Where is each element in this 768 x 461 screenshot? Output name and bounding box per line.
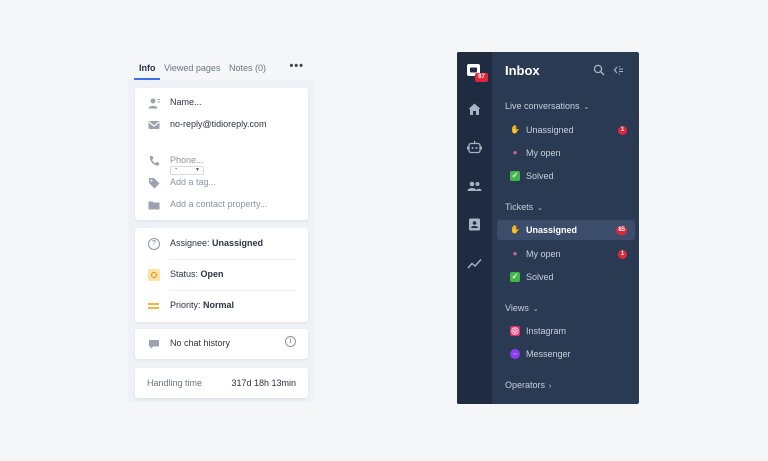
assignee-label-text: Assignee: (170, 238, 210, 248)
nav-item-label: Messenger (526, 349, 571, 359)
priority-row[interactable]: Priority: Normal (135, 297, 308, 315)
nav-item-label: Unassigned (526, 225, 578, 235)
status-value: Open (200, 269, 224, 279)
section-label: Operators (505, 380, 546, 390)
ticket-details-card: ? Assignee: Unassigned Status: Open Prio… (135, 228, 308, 322)
question-icon: ? (148, 238, 160, 250)
email-value: no-reply@tidioreply.com (170, 119, 267, 129)
more-options-button[interactable]: ••• (289, 60, 304, 72)
section-views[interactable]: Views ⌄ (505, 303, 539, 313)
tab-info[interactable]: Info (139, 63, 156, 73)
nav-item-label: Unassigned (526, 125, 574, 135)
inbox-badge: 87 (475, 73, 488, 82)
inbox-title: Inbox (505, 63, 540, 78)
nav-item-tickets-my-open[interactable]: ● My open 1 (497, 244, 635, 264)
add-tag-field: Add a tag... (170, 177, 217, 187)
handling-time-value: 317d 18h 13min (231, 378, 296, 388)
collapse-sidebar-icon[interactable] (613, 64, 625, 76)
nav-item-live-unassigned[interactable]: ✋ Unassigned 1 (497, 120, 635, 140)
panel-tabs: Info Viewed pages Notes (0) ••• (128, 58, 314, 80)
nav-rail: 87 (457, 52, 492, 404)
priority-icon (148, 300, 160, 312)
chevron-down-icon: ⌄ (583, 104, 590, 111)
contact-panel: Info Viewed pages Notes (0) ••• Name... … (128, 58, 314, 402)
count-badge: 85 (616, 226, 627, 235)
priority-label: Priority: Normal (170, 300, 234, 310)
nav-item-tickets-unassigned[interactable]: ✋ Unassigned 85 (497, 220, 635, 240)
nav-item-messenger[interactable]: Messenger (497, 344, 635, 364)
users-icon[interactable] (467, 179, 482, 194)
info-icon[interactable]: i (285, 336, 296, 347)
section-label: Tickets (505, 202, 534, 212)
divider (170, 259, 296, 260)
phone-icon (149, 156, 159, 166)
active-tab-indicator (134, 78, 160, 80)
instagram-icon (510, 326, 520, 336)
section-operators[interactable]: Operators › (505, 380, 551, 390)
assignee-value: Unassigned (212, 238, 264, 248)
email-row[interactable]: no-reply@tidioreply.com (135, 116, 308, 134)
priority-value: Normal (203, 300, 235, 310)
chevron-down-icon: ⌄ (537, 205, 544, 212)
phone-field: Phone... (170, 155, 204, 165)
contact-property-row[interactable]: Add a contact property... (135, 196, 308, 214)
chevron-right-icon: › (549, 383, 552, 390)
name-field: Name... (170, 97, 202, 107)
assignee-row[interactable]: ? Assignee: Unassigned (135, 235, 308, 253)
nav-item-label: My open (526, 249, 561, 259)
nav-item-label: My open (526, 148, 561, 158)
tag-row[interactable]: Add a tag... (135, 174, 308, 192)
person-icon (148, 98, 160, 109)
nav-item-live-my-open[interactable]: ● My open (497, 143, 635, 163)
folder-icon (148, 201, 160, 210)
nav-item-tickets-solved[interactable]: ✓ Solved (497, 267, 635, 287)
check-icon: ✓ (510, 171, 520, 181)
analytics-icon[interactable] (467, 256, 482, 271)
section-tickets[interactable]: Tickets ⌄ (505, 202, 543, 212)
person-icon: ● (512, 249, 518, 258)
chevron-down-icon: ⌄ (532, 306, 539, 313)
handling-time-label: Handling time (147, 378, 203, 388)
section-label: Views (505, 303, 529, 313)
tag-icon (149, 178, 160, 189)
status-row[interactable]: Status: Open (135, 266, 308, 284)
tab-viewed-pages[interactable]: Viewed pages (164, 63, 220, 73)
messenger-icon (510, 349, 520, 359)
divider (170, 290, 296, 291)
envelope-icon (148, 121, 160, 129)
check-icon: ✓ (510, 272, 520, 282)
contacts-icon[interactable] (467, 217, 482, 232)
nav-item-label: Instagram (526, 326, 567, 336)
count-badge: 1 (618, 250, 627, 259)
person-icon: ● (512, 148, 518, 157)
section-label: Live conversations (505, 101, 580, 111)
nav-item-label: Solved (526, 171, 554, 181)
waving-hand-icon: ✋ (510, 225, 520, 234)
status-label: Status: Open (170, 269, 224, 279)
chat-history-row: No chat history (135, 335, 308, 353)
search-icon[interactable] (593, 64, 605, 76)
assignee-label: Assignee: Unassigned (170, 238, 263, 248)
priority-label-text: Priority: (170, 300, 201, 310)
count-badge: 1 (618, 126, 627, 135)
inbox-sidebar: 87 Inbox Live conversations ⌄ ✋ Unassigne… (457, 52, 639, 404)
section-live-conversations[interactable]: Live conversations ⌄ (505, 101, 589, 111)
chat-history-card: No chat history i (135, 329, 308, 359)
no-chat-history-text: No chat history (170, 338, 231, 348)
chat-bubble-icon (149, 340, 159, 349)
handling-time-card: Handling time 317d 18h 13min (135, 368, 308, 398)
phone-row[interactable]: Phone... (135, 152, 308, 170)
waving-hand-icon: ✋ (510, 125, 520, 134)
nav-item-live-solved[interactable]: ✓ Solved (497, 166, 635, 186)
home-icon[interactable] (467, 102, 482, 117)
name-row[interactable]: Name... (135, 94, 308, 112)
contact-details-card: Name... no-reply@tidioreply.com - ▼ Phon… (135, 88, 308, 220)
nav-item-label: Solved (526, 272, 554, 282)
status-label-text: Status: (170, 269, 199, 279)
add-contact-property-field: Add a contact property... (170, 199, 268, 209)
tab-notes[interactable]: Notes (0) (229, 63, 266, 73)
status-icon (148, 269, 160, 281)
bot-icon[interactable] (467, 140, 482, 155)
nav-item-instagram[interactable]: Instagram (497, 321, 635, 341)
